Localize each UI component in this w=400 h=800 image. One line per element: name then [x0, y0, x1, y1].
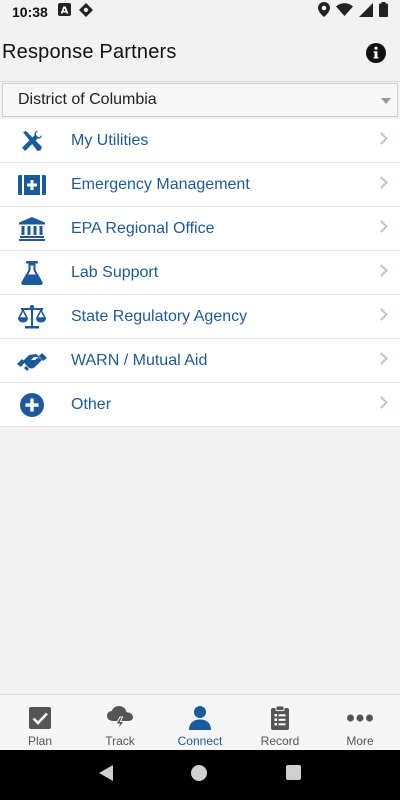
balance-scale-icon	[18, 304, 46, 328]
recents-square-icon	[285, 765, 301, 780]
list-item-state-regulatory-agency[interactable]: State Regulatory Agency	[0, 295, 400, 339]
person-icon	[189, 706, 211, 730]
storm-cloud-icon	[107, 706, 133, 730]
nav-label: Connect	[177, 734, 223, 748]
chevron-right-icon	[375, 352, 388, 365]
a-square-icon: A	[57, 3, 71, 21]
handshake-icon	[17, 352, 47, 371]
chevron-right-icon	[375, 220, 388, 233]
home-button[interactable]	[191, 764, 208, 786]
more-dots-icon	[347, 714, 373, 722]
page-title: Response Partners	[2, 41, 177, 63]
home-circle-icon	[191, 764, 208, 781]
chevron-right-icon	[375, 396, 388, 409]
app-bar: Response Partners	[0, 24, 400, 82]
checkbox-icon	[29, 707, 51, 729]
nav-label: Track	[105, 734, 135, 748]
list-item-label: Emergency Management	[71, 175, 250, 193]
status-bar: 10:38 A	[0, 0, 400, 24]
nav-record[interactable]: Record	[240, 695, 320, 750]
back-triangle-icon	[99, 764, 114, 781]
info-icon	[366, 42, 386, 63]
chevron-right-icon	[375, 264, 388, 277]
list-item-label: State Regulatory Agency	[71, 307, 248, 325]
list-item-epa-regional-office[interactable]: EPA Regional Office	[0, 207, 400, 251]
nav-plan[interactable]: Plan	[0, 695, 80, 750]
region-select-value: District of Columbia	[18, 91, 157, 108]
nav-more[interactable]: More	[320, 695, 400, 750]
caret-down-icon	[381, 98, 391, 104]
tools-icon	[22, 130, 42, 151]
list-item-label: EPA Regional Office	[71, 219, 215, 237]
list-item-warn-mutual-aid[interactable]: WARN / Mutual Aid	[0, 339, 400, 383]
nav-label: Plan	[27, 734, 53, 748]
list-item-emergency-management[interactable]: Emergency Management	[0, 163, 400, 207]
medical-kit-icon	[18, 174, 46, 195]
government-building-icon	[19, 216, 45, 241]
plus-circle-icon	[20, 392, 44, 417]
list-item-label: Lab Support	[71, 263, 159, 281]
chevron-right-icon	[375, 308, 388, 321]
nav-track[interactable]: Track	[80, 695, 160, 750]
nav-label: Record	[260, 734, 300, 748]
status-time: 10:38	[12, 4, 48, 20]
chevron-right-icon	[375, 176, 388, 189]
recents-button[interactable]	[285, 765, 301, 785]
nav-connect[interactable]: Connect	[160, 695, 240, 750]
list-item-lab-support[interactable]: Lab Support	[0, 251, 400, 295]
diamond-icon	[78, 2, 93, 22]
chevron-right-icon	[375, 132, 388, 145]
back-button[interactable]	[99, 764, 114, 786]
list-item-label: WARN / Mutual Aid	[71, 351, 208, 369]
system-nav-bar	[0, 750, 400, 800]
wifi-icon	[336, 3, 353, 21]
battery-icon	[379, 2, 388, 22]
location-icon	[318, 2, 330, 22]
list-item-other[interactable]: Other	[0, 383, 400, 427]
signal-icon	[359, 2, 373, 22]
region-select[interactable]: District of Columbia	[2, 83, 398, 117]
bottom-nav: Plan Track Connect Record More	[0, 694, 400, 750]
info-button[interactable]	[356, 33, 396, 73]
svg-text:A: A	[60, 6, 68, 17]
list-item-label: My Utilities	[71, 131, 149, 149]
list-item-my-utilities[interactable]: My Utilities	[0, 119, 400, 163]
list-item-label: Other	[71, 395, 112, 413]
flask-icon	[21, 260, 43, 285]
clipboard-icon	[271, 706, 289, 730]
partner-list: My Utilities Emergency Management EPA Re…	[0, 119, 400, 427]
nav-label: More	[346, 734, 374, 748]
